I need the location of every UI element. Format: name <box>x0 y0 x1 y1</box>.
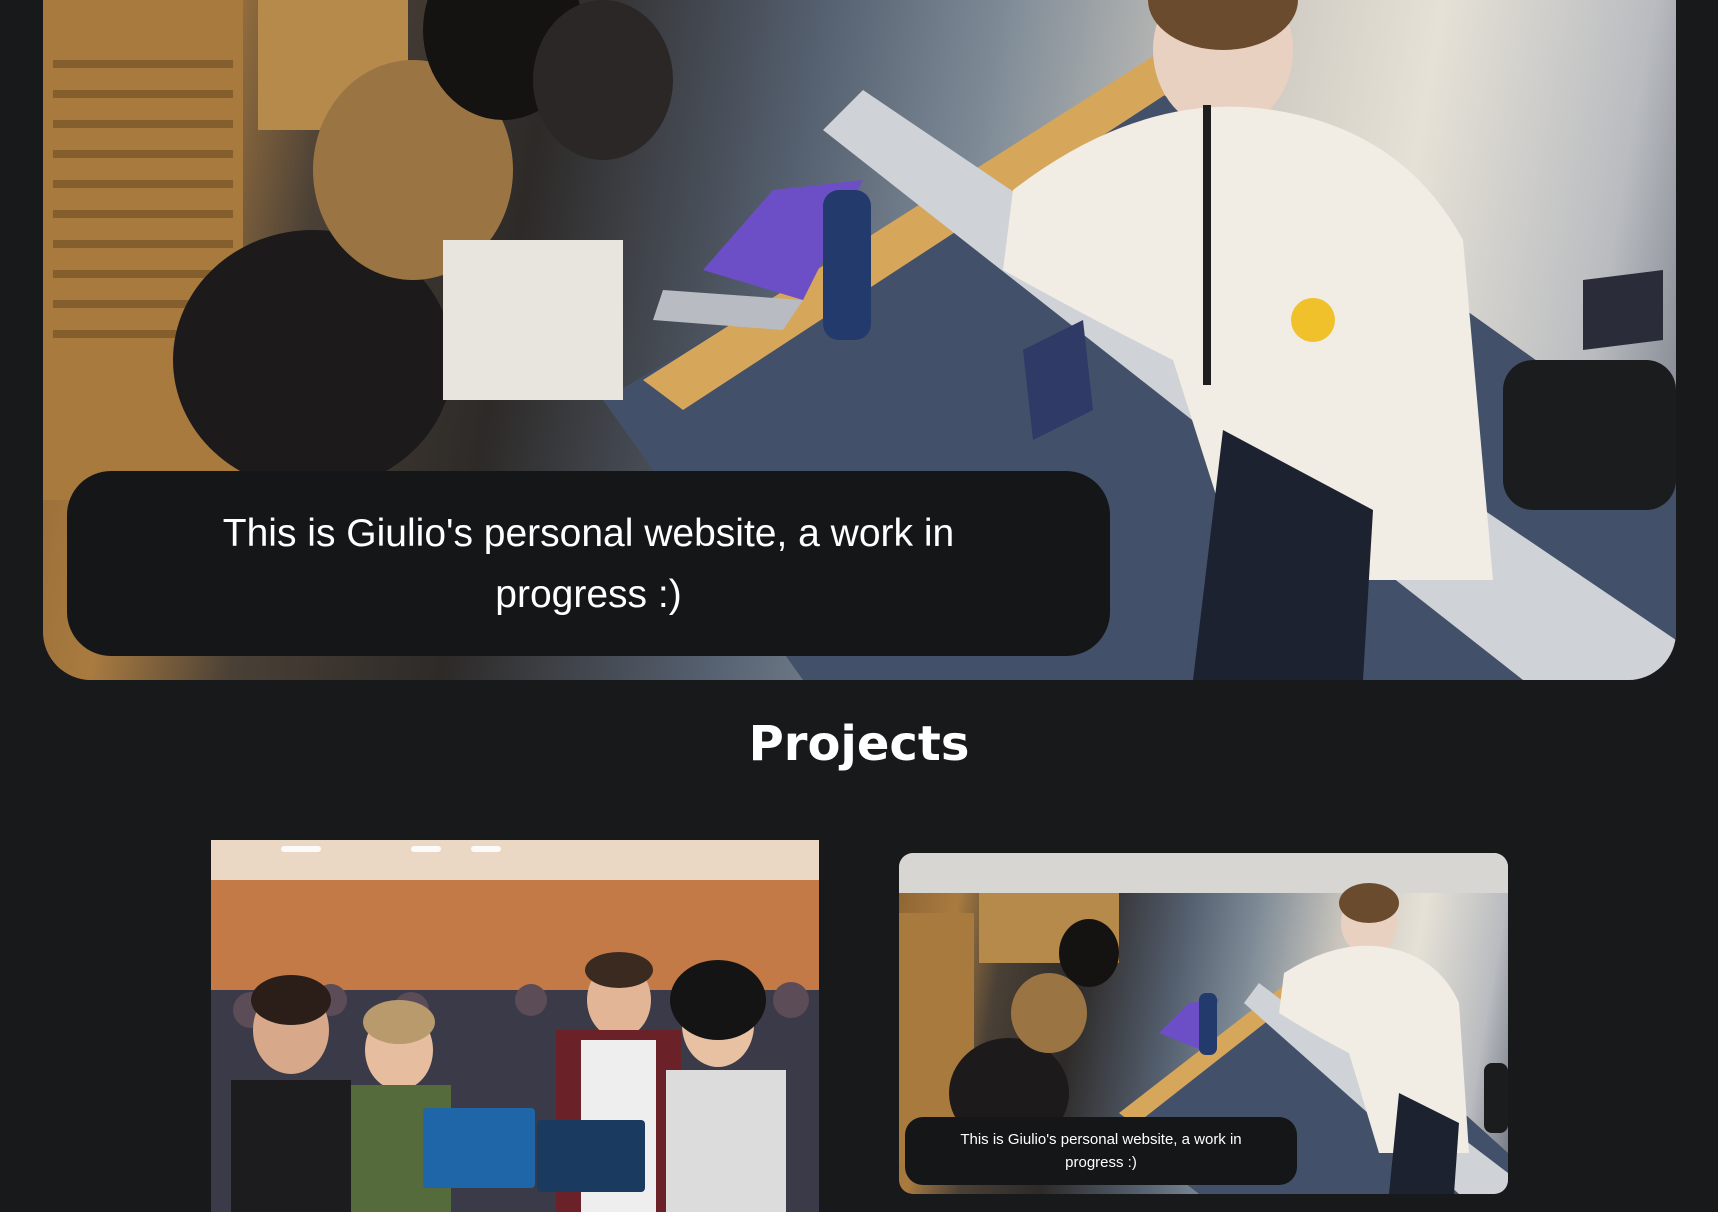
project-card-2[interactable]: This is Giulio's personal website, a wor… <box>899 853 1508 1194</box>
project-1-photo <box>211 840 819 1212</box>
projects-heading: Projects <box>748 716 970 772</box>
hero-banner: This is Giulio's personal website, a wor… <box>43 0 1676 680</box>
project-2-caption-text: This is Giulio's personal website, a wor… <box>960 1131 1242 1171</box>
hero-caption-text: This is Giulio's personal website, a wor… <box>222 511 955 616</box>
project-2-caption: This is Giulio's personal website, a wor… <box>905 1117 1297 1185</box>
hero-caption: This is Giulio's personal website, a wor… <box>67 471 1110 656</box>
project-card-1[interactable] <box>211 840 819 1212</box>
